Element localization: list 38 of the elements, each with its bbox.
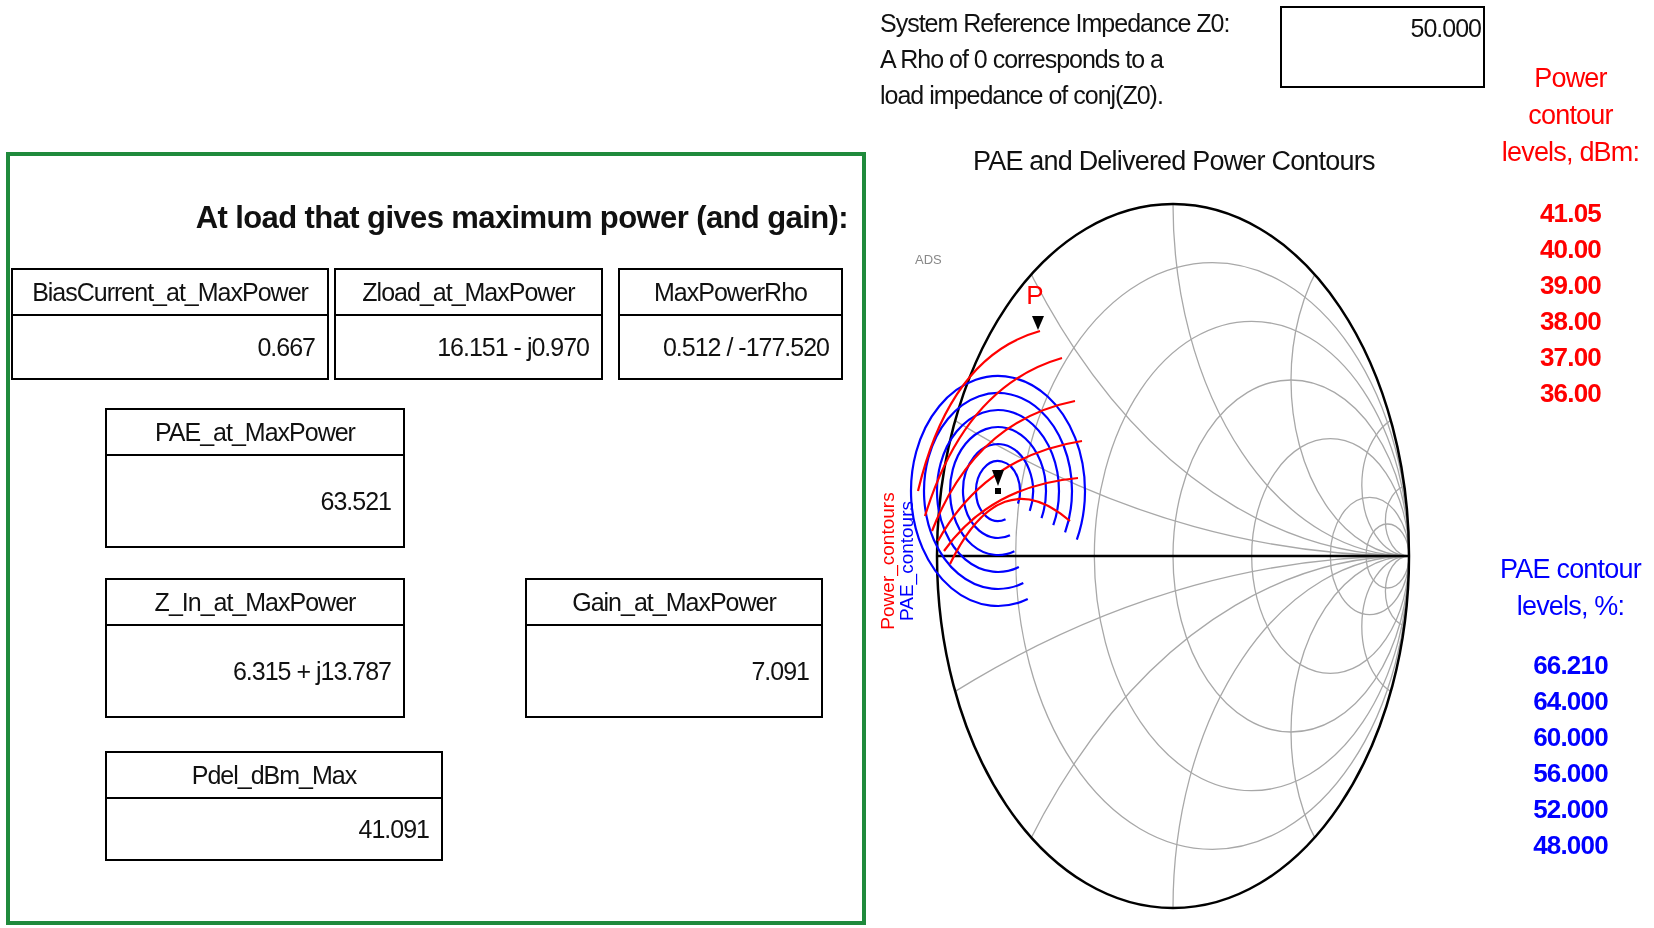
legend-label: PAE_contours — [896, 500, 917, 622]
result-label: Pdel_dBm_Max — [107, 753, 441, 799]
result-label: MaxPowerRho — [620, 270, 841, 316]
result-value: 0.512 / -177.520 — [661, 331, 830, 363]
level-value: 66.210 — [1533, 649, 1608, 682]
panel-title: At load that gives maximum power (and gain): — [195, 200, 848, 236]
impedance-field[interactable]: 50.000 — [1280, 6, 1485, 88]
chart-title: PAE and Delivered Power Contours — [972, 146, 1376, 178]
result-label: Zload_at_MaxPower — [336, 270, 601, 316]
level-value: 56.000 — [1533, 757, 1608, 790]
level-value: 37.00 — [1539, 341, 1602, 374]
level-value: 40.00 — [1539, 233, 1602, 266]
result-value: 7.091 — [750, 655, 810, 687]
level-value: 64.000 — [1533, 685, 1608, 718]
reference-note: System Reference Impedance Z0: A Rho of 0 corresponds to a load impedance of conj(Z0). — [879, 8, 1230, 111]
result-label: PAE_at_MaxPower — [107, 410, 403, 456]
level-value: 38.00 — [1539, 305, 1602, 338]
level-value: 36.00 — [1539, 377, 1602, 410]
chart-watermark: ADS — [915, 252, 942, 267]
level-value: 39.00 — [1539, 269, 1602, 302]
level-value: 41.05 — [1539, 197, 1602, 230]
marker-label: P — [1026, 280, 1044, 310]
result-value: 63.521 — [319, 485, 392, 517]
result-label: Z_In_at_MaxPower — [107, 580, 403, 626]
result-value: 0.667 — [256, 331, 316, 363]
result-value: 41.091 — [357, 813, 430, 845]
levels-heading: Power contour levels, dBm: — [1501, 62, 1640, 169]
result-value: 16.151 - j0.970 — [436, 331, 590, 363]
result-value: 6.315 + j13.787 — [231, 655, 392, 687]
level-value: 48.000 — [1533, 829, 1608, 862]
levels-heading: PAE contour levels, %: — [1500, 553, 1641, 623]
level-value: 52.000 — [1533, 793, 1608, 826]
marker-icon — [1032, 316, 1044, 330]
legend-label: Power_contours — [877, 492, 898, 630]
result-label: BiasCurrent_at_MaxPower — [13, 270, 327, 316]
result-label: Gain_at_MaxPower — [527, 580, 821, 626]
marker-icon — [992, 470, 1004, 494]
level-value: 60.000 — [1533, 721, 1608, 754]
